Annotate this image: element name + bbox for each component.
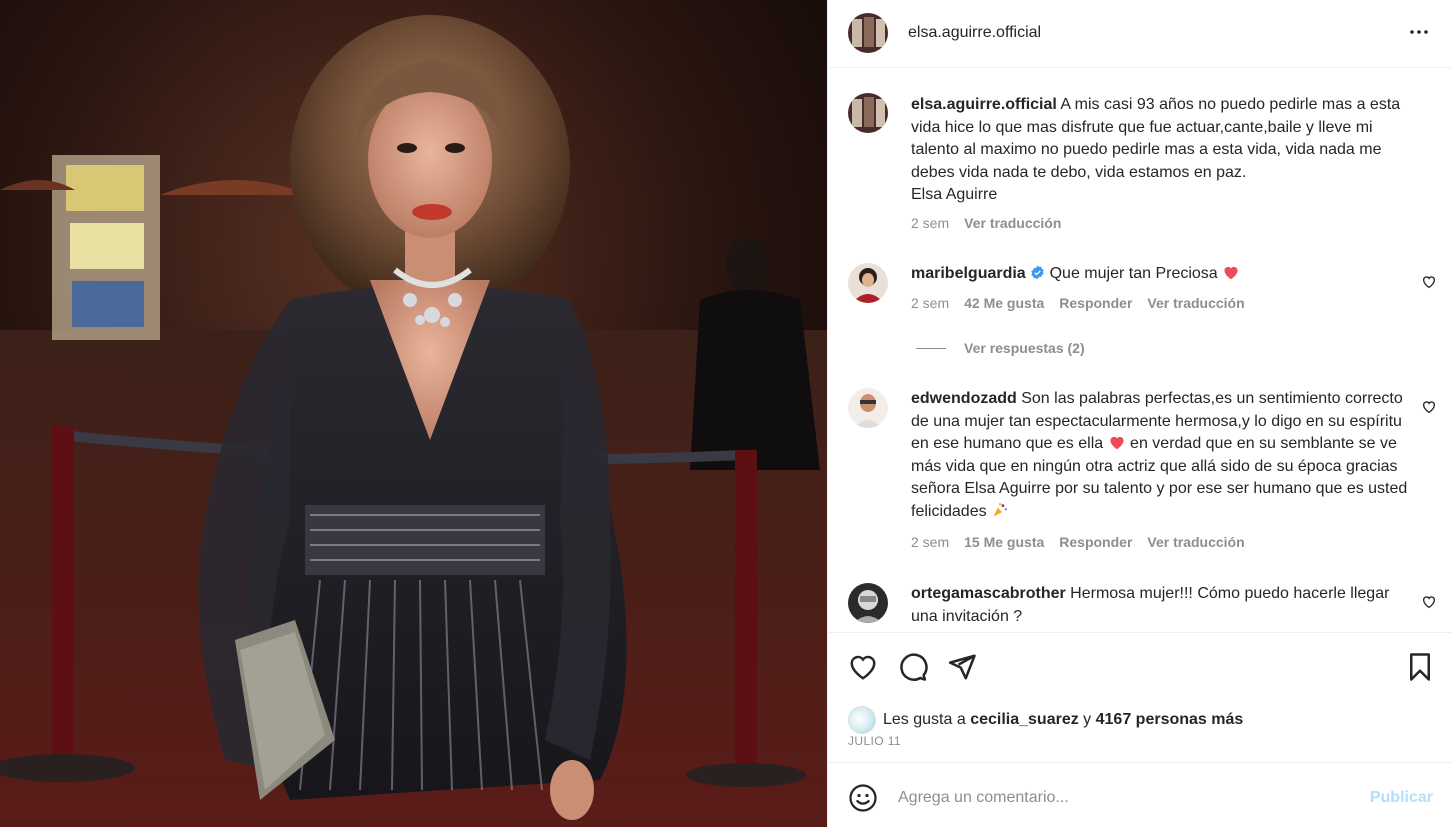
comments-list[interactable]: elsa.aguirre.official A mis casi 93 años… bbox=[828, 69, 1452, 632]
heart-emoji-icon bbox=[1224, 266, 1238, 280]
likes-prefix: Les gusta a bbox=[883, 711, 966, 728]
commenter-avatar[interactable] bbox=[848, 388, 888, 428]
caption-username[interactable]: elsa.aguirre.official bbox=[911, 96, 1057, 113]
like-comment-heart-icon[interactable] bbox=[1421, 399, 1437, 415]
post-photo[interactable] bbox=[0, 0, 827, 827]
reply-button[interactable]: Responder bbox=[1059, 534, 1132, 550]
comment-time[interactable]: 2 sem bbox=[911, 295, 949, 311]
caption-text-block: elsa.aguirre.official A mis casi 93 años… bbox=[911, 94, 1416, 207]
post-actions: Les gusta a cecilia_suarez y 4167 person… bbox=[828, 632, 1452, 762]
publish-button[interactable]: Publicar bbox=[1370, 789, 1433, 807]
verified-badge-icon bbox=[1031, 265, 1044, 280]
like-comment-heart-icon[interactable] bbox=[1421, 594, 1437, 610]
add-comment-bar: Publicar bbox=[828, 762, 1452, 827]
share-send-icon[interactable] bbox=[947, 652, 977, 682]
caption-avatar[interactable] bbox=[848, 93, 888, 133]
comment-username[interactable]: edwendozadd bbox=[911, 390, 1017, 407]
like-comment-heart-icon[interactable] bbox=[1421, 274, 1437, 290]
translate-button[interactable]: Ver traducción bbox=[1147, 295, 1244, 311]
comment-meta: 2 sem 42 Me gusta Responder Ver traducci… bbox=[911, 295, 1245, 311]
commenter-avatar[interactable] bbox=[848, 263, 888, 303]
commenter-avatar[interactable] bbox=[848, 583, 888, 623]
comment-text-block: ortegamascabrother Hermosa mujer!!! Cómo… bbox=[911, 583, 1416, 628]
instagram-post-modal: elsa.aguirre.official elsa.aguirre.offic… bbox=[0, 0, 1452, 827]
caption-meta: 2 sem Ver traducción bbox=[911, 215, 1061, 231]
save-bookmark-icon[interactable] bbox=[1405, 652, 1435, 682]
comment-meta: 2 sem 15 Me gusta Responder Ver traducci… bbox=[911, 534, 1245, 550]
comment-text-block: edwendozadd Son las palabras perfectas,e… bbox=[911, 388, 1416, 524]
like-heart-icon[interactable] bbox=[848, 652, 878, 682]
comment-username[interactable]: maribelguardia bbox=[911, 265, 1026, 282]
comment-likes[interactable]: 42 Me gusta bbox=[964, 295, 1044, 311]
view-replies-label[interactable]: Ver respuestas (2) bbox=[964, 340, 1085, 356]
comment-username[interactable]: ortegamascabrother bbox=[911, 585, 1066, 602]
translate-button[interactable]: Ver traducción bbox=[1147, 534, 1244, 550]
likes-summary[interactable]: Les gusta a cecilia_suarez y 4167 person… bbox=[848, 706, 1243, 734]
emoji-smiley-icon[interactable] bbox=[848, 783, 878, 813]
more-horizontal-icon[interactable] bbox=[1407, 20, 1431, 44]
comment-time[interactable]: 2 sem bbox=[911, 534, 949, 550]
photo-illustration bbox=[0, 0, 827, 827]
party-emoji-icon bbox=[993, 503, 1008, 517]
heart-emoji-icon bbox=[1110, 437, 1124, 450]
likes-joiner: y bbox=[1083, 711, 1092, 728]
caption-translate[interactable]: Ver traducción bbox=[964, 215, 1061, 231]
post-date[interactable]: JULIO 11 bbox=[848, 734, 901, 748]
liker-username[interactable]: cecilia_suarez bbox=[970, 711, 1079, 729]
post-header: elsa.aguirre.official bbox=[828, 0, 1452, 68]
replies-divider bbox=[916, 347, 946, 349]
view-replies-button[interactable]: Ver respuestas (2) bbox=[916, 340, 1085, 356]
comment-likes[interactable]: 15 Me gusta bbox=[964, 534, 1044, 550]
post-panel: elsa.aguirre.official elsa.aguirre.offic… bbox=[827, 0, 1452, 827]
reply-button[interactable]: Responder bbox=[1059, 295, 1132, 311]
caption-time[interactable]: 2 sem bbox=[911, 215, 949, 231]
comment-text-block: maribelguardia Que mujer tan Preciosa bbox=[911, 263, 1416, 286]
liker-avatar[interactable] bbox=[848, 706, 876, 734]
likes-count[interactable]: 4167 personas más bbox=[1096, 711, 1244, 729]
comment-input[interactable] bbox=[898, 781, 1358, 815]
comment-text: Que mujer tan Preciosa bbox=[1049, 265, 1218, 282]
caption-signature: Elsa Aguirre bbox=[911, 186, 998, 204]
author-username[interactable]: elsa.aguirre.official bbox=[908, 24, 1041, 42]
comment-icon[interactable] bbox=[898, 652, 928, 682]
author-avatar[interactable] bbox=[848, 13, 888, 53]
